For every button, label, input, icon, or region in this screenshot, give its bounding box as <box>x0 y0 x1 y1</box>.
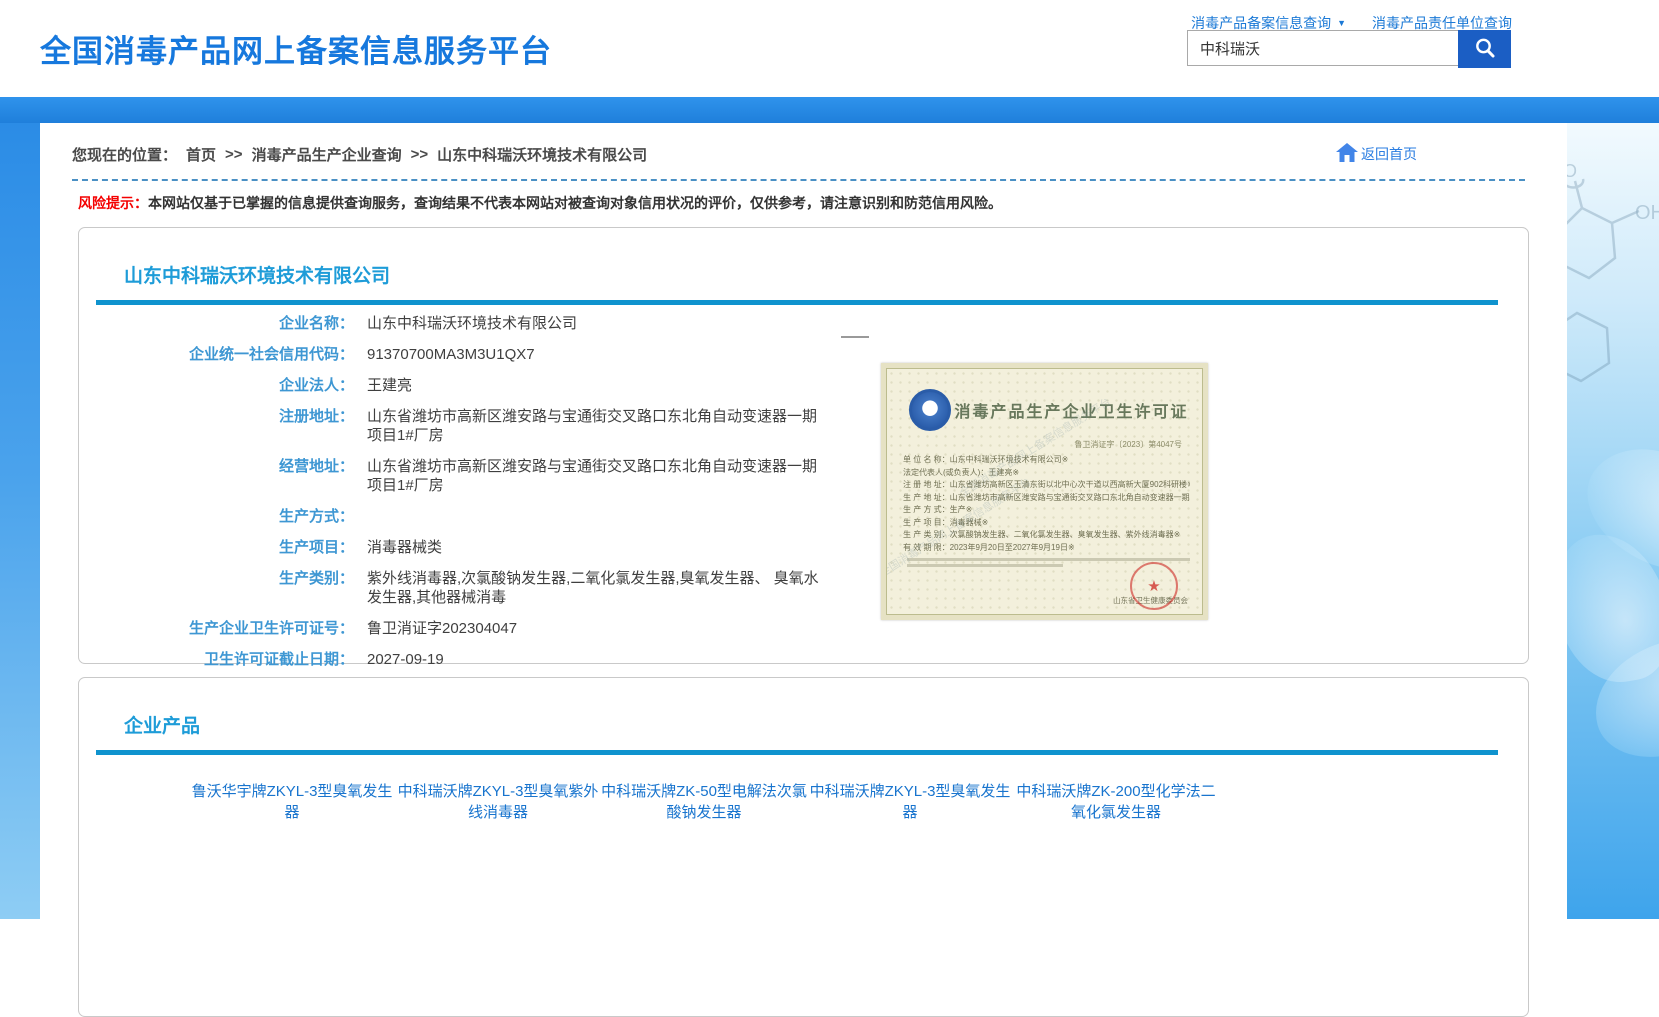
background-right-decoration: OH O <box>1567 123 1659 919</box>
info-row-production-project: 生产项目： 消毒器械类 <box>79 538 1528 557</box>
risk-notice: 风险提示：本网站仅基于已掌握的信息提供查询服务，查询结果不代表本网站对被查询对象… <box>78 193 1535 213</box>
info-row-credit-code: 企业统一社会信用代码： 91370700MA3M3U1QX7 <box>79 345 1528 364</box>
breadcrumb-enterprise-query-link[interactable]: 消毒产品生产企业查询 <box>252 144 402 165</box>
panel-title-underline <box>96 300 1498 305</box>
search-input[interactable] <box>1187 30 1458 66</box>
breadcrumb-home-link[interactable]: 首页 <box>186 144 216 165</box>
product-link[interactable]: 中科瑞沃牌ZK-50型电解法次氯酸钠发生器 <box>601 781 807 823</box>
svg-text:OH: OH <box>1635 202 1659 224</box>
info-row-company-name: 企业名称： 山东中科瑞沃环境技术有限公司 <box>79 314 1528 333</box>
info-row-production-mode: 生产方式： <box>79 507 1528 526</box>
info-row-production-category: 生产类别： 紫外线消毒器,次氯酸钠发生器,二氧化氯发生器,臭氧发生器、 臭氧水发… <box>79 569 1528 607</box>
chevron-down-icon: ▼ <box>1337 18 1346 28</box>
molecule-graphic: OH O <box>1567 163 1659 428</box>
info-row-registered-address: 注册地址： 山东省潍坊市高新区潍安路与宝通街交叉路口东北角自动变速器一期项目1#… <box>79 407 1528 445</box>
main-content: 您现在的位置： 首页 >> 消毒产品生产企业查询 >> 山东中科瑞沃环境技术有限… <box>40 123 1567 919</box>
breadcrumb-prefix: 您现在的位置： <box>72 144 177 165</box>
search-button[interactable] <box>1458 30 1511 68</box>
back-home-link[interactable]: 返回首页 <box>1336 143 1417 165</box>
certificate-lines: 单 位 名 称：山东中科瑞沃环境技术有限公司※ 法定代表人(或负责人)：王建亮※… <box>903 454 1190 554</box>
certificate-emblem-icon <box>909 389 951 431</box>
red-seal-icon: ★ <box>1130 562 1178 610</box>
dashed-divider <box>72 179 1525 181</box>
company-info-list: 企业名称： 山东中科瑞沃环境技术有限公司 企业统一社会信用代码： 9137070… <box>79 314 1528 669</box>
site-header: 全国消毒产品网上备案信息服务平台 消毒产品备案信息查询 ▼ 消毒产品责任单位查询 <box>0 0 1659 97</box>
product-link[interactable]: 中科瑞沃牌ZK-200型化学法二氧化氯发生器 <box>1013 781 1219 823</box>
product-link[interactable]: 中科瑞沃牌ZKYL-3型臭氧紫外线消毒器 <box>395 781 601 823</box>
risk-notice-text: 本网站仅基于已掌握的信息提供查询服务，查询结果不代表本网站对被查询对象信用状况的… <box>148 195 1002 211</box>
panel-title-underline <box>96 750 1498 755</box>
background-left-decoration <box>0 123 40 919</box>
search-bar <box>1187 30 1511 68</box>
certificate-number: 鲁卫消证字〔2023〕第4047号 <box>887 439 1182 450</box>
risk-notice-label: 风险提示： <box>78 195 148 211</box>
back-home-label: 返回首页 <box>1361 144 1417 164</box>
license-certificate-image: 全国消毒产品网上备案信息服务平台 全国消毒产品网上备案信息服务平台 消毒产品生产… <box>881 363 1208 620</box>
product-link[interactable]: 中科瑞沃牌ZKYL-3型臭氧发生器 <box>807 781 1013 823</box>
info-row-license-number: 生产企业卫生许可证号： 鲁卫消证字202304047 <box>79 619 1528 638</box>
search-icon <box>1473 36 1497 63</box>
breadcrumb-separator: >> <box>225 146 243 163</box>
products-panel: 企业产品 鲁沃华宇牌ZKYL-3型臭氧发生器 中科瑞沃牌ZKYL-3型臭氧紫外线… <box>78 677 1529 1017</box>
product-list: 鲁沃华宇牌ZKYL-3型臭氧发生器 中科瑞沃牌ZKYL-3型臭氧紫外线消毒器 中… <box>79 781 1528 839</box>
company-info-panel: 山东中科瑞沃环境技术有限公司 企业名称： 山东中科瑞沃环境技术有限公司 企业统一… <box>78 227 1529 664</box>
site-title: 全国消毒产品网上备案信息服务平台 <box>40 26 552 71</box>
product-link[interactable]: 鲁沃华宇牌ZKYL-3型臭氧发生器 <box>189 781 395 823</box>
company-name-heading: 山东中科瑞沃环境技术有限公司 <box>124 261 1528 288</box>
breadcrumb-current: 山东中科瑞沃环境技术有限公司 <box>437 144 647 165</box>
products-heading: 企业产品 <box>124 711 1528 738</box>
dash-decoration <box>841 336 869 338</box>
home-icon <box>1336 143 1358 165</box>
svg-text:O: O <box>1567 163 1577 181</box>
breadcrumb: 您现在的位置： 首页 >> 消毒产品生产企业查询 >> 山东中科瑞沃环境技术有限… <box>72 144 647 165</box>
info-row-license-expiry: 卫生许可证截止日期： 2027-09-19 <box>79 650 1528 669</box>
top-blue-band <box>0 97 1659 123</box>
breadcrumb-separator: >> <box>411 146 429 163</box>
certificate-title: 消毒产品生产企业卫生许可证 <box>951 398 1192 422</box>
info-row-legal-person: 企业法人： 王建亮 <box>79 376 1528 395</box>
info-row-business-address: 经营地址： 山东省潍坊市高新区潍安路与宝通街交叉路口东北角自动变速器一期项目1#… <box>79 457 1528 495</box>
